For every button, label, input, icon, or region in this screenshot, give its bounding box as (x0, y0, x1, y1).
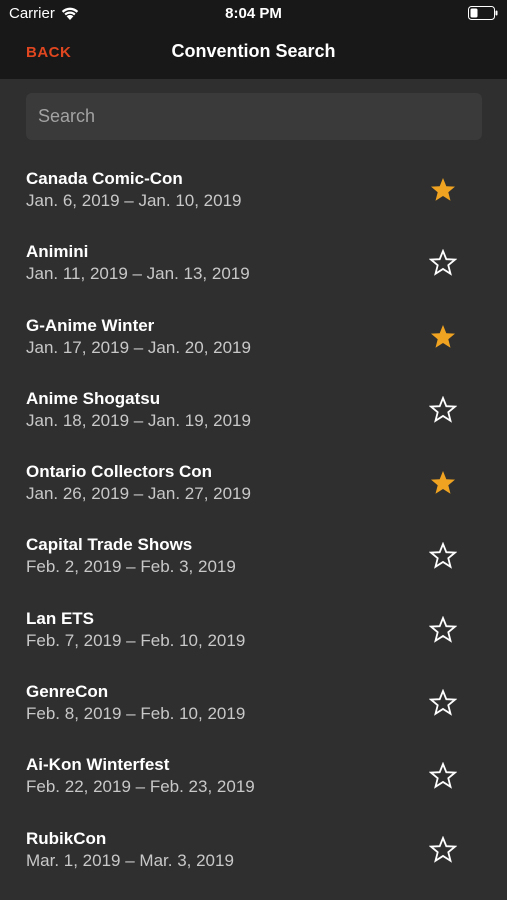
star-outline-icon[interactable] (429, 542, 457, 570)
star-outline-icon[interactable] (429, 395, 457, 424)
star-filled-icon[interactable] (429, 469, 457, 497)
nav-bar: BACK Convention Search (0, 28, 507, 79)
convention-name: Canada Comic-Con (26, 169, 183, 188)
convention-dates: Feb. 8, 2019 – Feb. 10, 2019 (26, 704, 246, 724)
convention-dates: Feb. 7, 2019 – Feb. 10, 2019 (26, 630, 246, 650)
status-time: 8:04 PM (225, 5, 282, 22)
convention-dates: Jan. 17, 2019 – Jan. 20, 2019 (26, 337, 251, 357)
convention-name: Animini (26, 242, 89, 262)
list-item[interactable]: Animini Jan. 11, 2019 – Jan. 13, 2019 (0, 225, 507, 298)
page-title: Convention Search (171, 41, 336, 61)
list-item[interactable]: Lan ETS Feb. 7, 2019 – Feb. 10, 2019 (0, 592, 507, 665)
convention-dates: Jan. 11, 2019 – Jan. 13, 2019 (26, 264, 250, 284)
top-bar: Carrier 8:04 PM BACK Convention Search (0, 0, 507, 79)
star-outline-icon[interactable] (429, 835, 457, 864)
convention-name: Capital Trade Shows (26, 535, 193, 555)
list-item[interactable]: Ontario Collectors Con Jan. 26, 2019 – Ja… (0, 445, 507, 518)
convention-dates: Feb. 22, 2019 – Feb. 23, 2019 (26, 777, 255, 797)
list-item[interactable]: RubikCon Mar. 1, 2019 – Mar. 3, 2019 (0, 812, 507, 885)
search-field[interactable] (26, 93, 482, 140)
list-item[interactable]: GenreCon Feb. 8, 2019 – Feb. 10, 2019 (0, 665, 507, 738)
list-item[interactable]: Capital Trade Shows Feb. 2, 2019 – Feb. 3… (0, 518, 507, 591)
convention-name: Ai-Kon Winterfest (26, 755, 170, 775)
star-outline-icon[interactable] (429, 615, 457, 644)
convention-dates: Jan. 26, 2019 – Jan. 27, 2019 (26, 484, 251, 504)
star-filled-icon[interactable] (429, 323, 457, 351)
list-item[interactable]: G-Anime Winter Jan. 17, 2019 – Jan. 20, 2… (0, 299, 507, 372)
convention-name: Lan ETS (26, 608, 95, 628)
convention-name: RubikCon (26, 828, 107, 848)
battery-icon (468, 6, 498, 20)
list-item[interactable]: Anime Shogatsu Jan. 18, 2019 – Jan. 19, 2… (0, 372, 507, 445)
convention-dates: Jan. 18, 2019 – Jan. 19, 2019 (26, 410, 251, 430)
convention-dates: Feb. 2, 2019 – Feb. 3, 2019 (26, 557, 236, 577)
convention-list: Canada Comic-Con Jan. 6, 2019 – Jan. 10, … (0, 152, 507, 885)
search-input[interactable] (26, 93, 482, 140)
status-bar: Carrier 8:04 PM (0, 0, 507, 28)
convention-dates: Mar. 1, 2019 – Mar. 3, 2019 (26, 850, 234, 870)
list-item[interactable]: Ai-Kon Winterfest Feb. 22, 2019 – Feb. 23… (0, 738, 507, 811)
star-outline-icon[interactable] (429, 689, 457, 717)
star-filled-icon[interactable] (429, 176, 457, 204)
convention-name: G-Anime Winter (26, 315, 155, 335)
convention-name: Ontario Collectors Con (26, 462, 213, 482)
convention-dates: Jan. 6, 2019 – Jan. 10, 2019 (26, 191, 242, 210)
convention-name: GenreCon (26, 682, 109, 702)
convention-name: Anime Shogatsu (26, 388, 161, 408)
list-item[interactable]: Canada Comic-Con Jan. 6, 2019 – Jan. 10, … (0, 152, 507, 225)
star-outline-icon[interactable] (429, 249, 457, 277)
star-outline-icon[interactable] (429, 762, 457, 790)
screen: Carrier 8:04 PM BACK Convention Search S… (0, 0, 507, 900)
